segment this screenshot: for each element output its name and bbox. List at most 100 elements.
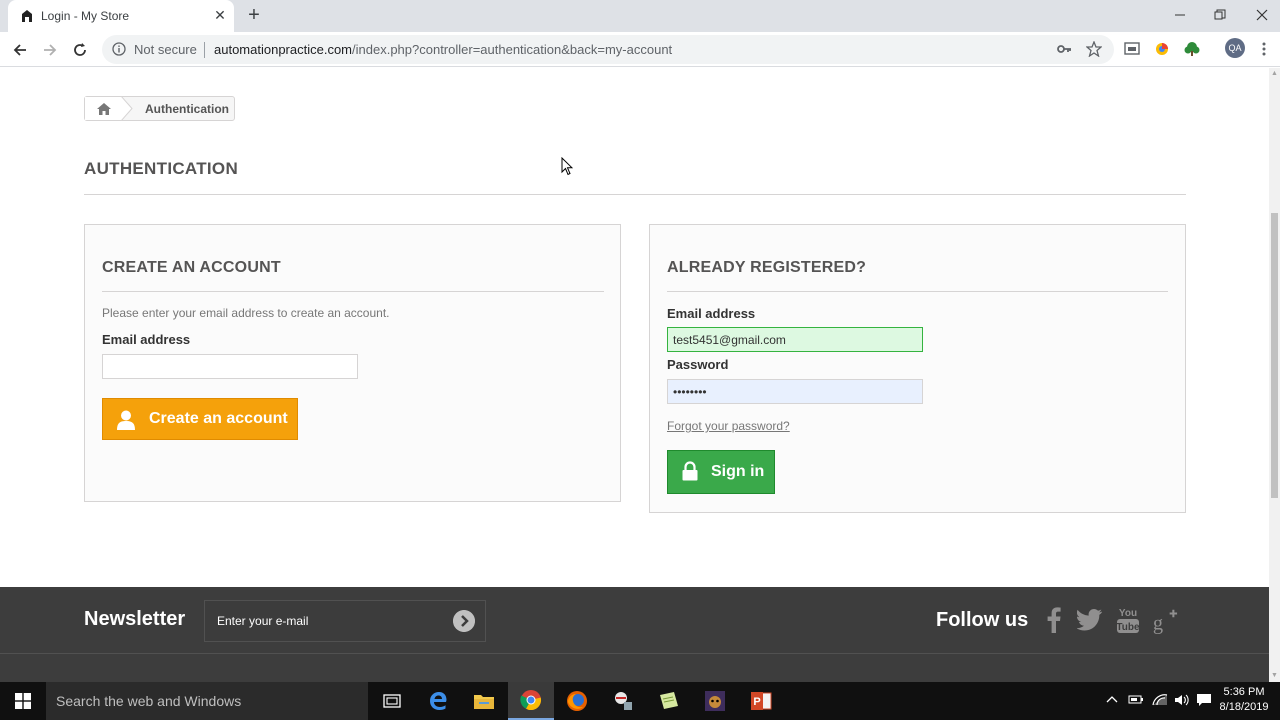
follow-us-title: Follow us (936, 609, 1029, 631)
store-favicon-icon (22, 10, 32, 22)
info-icon[interactable] (112, 42, 126, 56)
sign-in-button[interactable]: Sign in (667, 450, 775, 494)
newsletter-title: Newsletter (84, 608, 186, 630)
breadcrumb-current: Authentication (145, 102, 229, 116)
close-window-button[interactable] (1240, 0, 1280, 30)
sign-in-button-label: Sign in (711, 463, 765, 480)
restore-button[interactable] (1198, 0, 1242, 30)
newsletter-submit-icon[interactable] (453, 610, 475, 632)
taskbar-clock[interactable]: 5:36 PM 8/18/2019 (1218, 685, 1270, 715)
google-plus-icon[interactable]: g (1152, 605, 1178, 635)
address-bar[interactable]: Not secure automationpractice.com/index.… (102, 35, 1114, 64)
footer-divider (0, 653, 1269, 654)
profile-avatar[interactable]: QA (1225, 38, 1245, 58)
breadcrumb-home[interactable] (85, 97, 123, 120)
taskbar-search-placeholder: Search the web and Windows (56, 693, 242, 709)
home-icon (97, 102, 111, 115)
scrollbar-thumb[interactable] (1271, 213, 1278, 498)
browser-toolbar: Not secure automationpractice.com/index.… (0, 32, 1280, 67)
newsletter-input[interactable]: Enter your e-mail (204, 600, 486, 642)
page-title: AUTHENTICATION (84, 159, 239, 178)
chrome-icon[interactable] (508, 682, 554, 720)
restore-icon (1214, 9, 1226, 20)
edge-icon[interactable] (415, 682, 461, 720)
file-explorer-icon[interactable] (461, 682, 507, 720)
svg-text:P: P (753, 696, 760, 708)
youtube-icon[interactable]: You Tube (1115, 605, 1141, 635)
app-icon-game[interactable] (692, 682, 738, 720)
tray-chevron-icon[interactable] (1106, 693, 1118, 707)
newsletter-placeholder: Enter your e-mail (217, 614, 309, 628)
page-scrollbar[interactable]: ▲ ▼ (1269, 68, 1280, 682)
svg-text:You: You (1119, 608, 1137, 619)
create-email-input[interactable] (102, 354, 358, 379)
volume-icon[interactable] (1174, 693, 1190, 710)
reload-icon (74, 43, 86, 56)
web-page: Authentication AUTHENTICATION CREATE AN … (0, 68, 1269, 682)
twitter-icon[interactable] (1077, 605, 1103, 635)
forward-arrow-icon (44, 44, 57, 56)
user-icon (117, 410, 135, 430)
browser-tabstrip: Login - My Store ✕ + (0, 0, 1280, 32)
start-button[interactable] (0, 682, 46, 720)
page-footer: Newsletter Enter your e-mail Follow us Y… (0, 587, 1269, 682)
tab-title: Login - My Store (41, 9, 130, 23)
browser-tab[interactable]: Login - My Store ✕ (8, 0, 234, 32)
reload-button[interactable] (69, 39, 91, 61)
minimize-button[interactable] (1158, 0, 1202, 30)
mouse-cursor-icon (561, 157, 573, 176)
create-account-button-label: Create an account (149, 410, 288, 427)
cast-icon[interactable] (1122, 39, 1142, 59)
windows-taskbar: Search the web and Windows P 5:36 PM 8/1… (0, 682, 1280, 720)
password-input[interactable] (667, 379, 923, 404)
url-text[interactable]: automationpractice.com/index.php?control… (214, 42, 672, 57)
create-email-label: Email address (102, 332, 191, 347)
new-tab-button[interactable]: + (244, 5, 264, 25)
clock-time: 5:36 PM (1223, 686, 1265, 698)
breadcrumb: Authentication (84, 96, 235, 121)
create-account-divider (102, 291, 604, 292)
chropath-extension-icon[interactable] (1152, 39, 1172, 59)
bookmark-star-icon[interactable] (1086, 41, 1102, 57)
firefox-icon[interactable] (554, 682, 600, 720)
sign-in-divider (667, 291, 1168, 292)
app-icon-people[interactable] (600, 682, 646, 720)
heading-divider (84, 194, 1186, 195)
create-account-title: CREATE AN ACCOUNT (102, 259, 281, 276)
wifi-icon[interactable] (1152, 693, 1168, 710)
action-center-icon[interactable] (1196, 693, 1212, 710)
battery-icon[interactable] (1128, 693, 1144, 708)
powerpoint-icon[interactable]: P (738, 682, 784, 720)
forgot-password-link[interactable]: Forgot your password? (667, 419, 790, 433)
password-label: Password (667, 357, 729, 372)
facebook-icon[interactable] (1041, 605, 1067, 635)
forward-button[interactable] (39, 39, 61, 61)
breadcrumb-separator (121, 96, 133, 121)
key-icon[interactable] (1056, 41, 1072, 57)
svg-text:Tube: Tube (1116, 622, 1140, 633)
menu-kebab-icon[interactable] (1254, 39, 1274, 59)
scroll-down-icon[interactable]: ▼ (1271, 672, 1278, 679)
url-path: /index.php?controller=authentication&bac… (352, 42, 673, 57)
create-account-button[interactable]: Create an account (102, 398, 298, 440)
minimize-icon (1175, 14, 1185, 16)
sign-in-title: ALREADY REGISTERED? (667, 259, 867, 276)
security-status: Not secure (134, 42, 197, 57)
sign-in-form: ALREADY REGISTERED? Email address Passwo… (649, 224, 1186, 513)
svg-text:g: g (1153, 612, 1163, 634)
close-icon (1256, 9, 1268, 21)
scroll-up-icon[interactable]: ▲ (1271, 70, 1278, 77)
lock-icon (682, 461, 698, 481)
app-icon-notes[interactable] (646, 682, 692, 720)
sign-in-email-input[interactable] (667, 327, 923, 352)
back-button[interactable] (9, 39, 31, 61)
omnibox-divider (204, 42, 205, 58)
clock-date: 8/18/2019 (1219, 701, 1269, 713)
tab-close-icon[interactable]: ✕ (212, 7, 228, 23)
create-account-form: CREATE AN ACCOUNT Please enter your emai… (84, 224, 621, 502)
tree-extension-icon[interactable] (1182, 39, 1202, 59)
task-view-icon[interactable] (369, 682, 415, 720)
taskbar-search[interactable]: Search the web and Windows (46, 682, 368, 720)
sign-in-email-label: Email address (667, 306, 756, 321)
url-host: automationpractice.com (214, 42, 353, 57)
